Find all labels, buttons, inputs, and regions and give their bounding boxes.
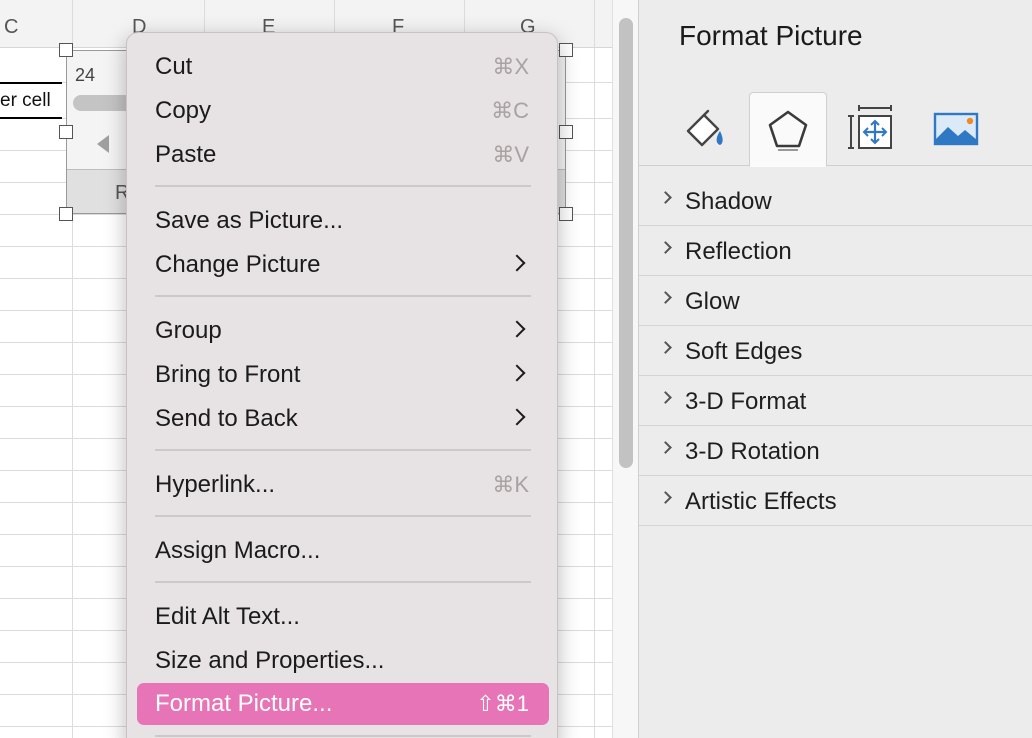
tab-size-properties[interactable] bbox=[833, 92, 911, 166]
tab-effects[interactable] bbox=[749, 92, 827, 167]
chevron-right-icon bbox=[659, 491, 672, 504]
menu-item-bring-to-front[interactable]: Bring to Front bbox=[137, 354, 549, 394]
left-arrow-icon bbox=[97, 135, 109, 153]
menu-separator bbox=[155, 735, 531, 737]
chevron-right-icon bbox=[659, 241, 672, 254]
chevron-right-icon bbox=[659, 191, 672, 204]
menu-item-shortcut: ⌘C bbox=[491, 98, 529, 123]
size-properties-icon bbox=[848, 105, 892, 149]
submenu-chevron-icon bbox=[508, 364, 526, 382]
submenu-chevron-icon bbox=[508, 408, 526, 426]
menu-item-label: Assign Macro... bbox=[155, 537, 321, 564]
chevron-right-icon bbox=[659, 341, 672, 354]
menu-item-label: Format Picture... bbox=[155, 690, 333, 717]
menu-item-edit-alt-text[interactable]: Edit Alt Text... bbox=[137, 596, 549, 636]
cell-value[interactable]: er cell bbox=[0, 90, 51, 112]
menu-item-label: Edit Alt Text... bbox=[155, 603, 300, 630]
section-label: Soft Edges bbox=[685, 338, 803, 365]
menu-item-shortcut: ⇧⌘1 bbox=[476, 691, 529, 716]
menu-item-label: Group bbox=[155, 317, 222, 344]
section-label: Shadow bbox=[685, 188, 772, 215]
section-shadow[interactable]: Shadow bbox=[639, 176, 1032, 226]
section-label: Artistic Effects bbox=[685, 488, 837, 515]
chevron-right-icon bbox=[659, 391, 672, 404]
chevron-right-icon bbox=[659, 441, 672, 454]
submenu-chevron-icon bbox=[508, 254, 526, 272]
menu-item-label: Change Picture bbox=[155, 251, 321, 278]
menu-separator bbox=[155, 515, 531, 517]
format-picture-pane: Format Picture Shadow Reflection Glow So… bbox=[638, 0, 1032, 738]
tab-picture[interactable] bbox=[917, 92, 995, 166]
resize-handle-bottom-left[interactable] bbox=[59, 207, 73, 221]
resize-handle-top-left[interactable] bbox=[59, 43, 73, 57]
menu-item-label: Hyperlink... bbox=[155, 471, 276, 498]
menu-item-change-picture[interactable]: Change Picture bbox=[137, 244, 549, 284]
vertical-scrollbar[interactable] bbox=[612, 0, 638, 738]
menu-item-label: Copy bbox=[155, 97, 212, 124]
section-label: 3-D Format bbox=[685, 388, 807, 415]
submenu-chevron-icon bbox=[508, 320, 526, 338]
menu-item-shortcut: ⌘K bbox=[492, 472, 529, 497]
scrollbar-thumb[interactable] bbox=[619, 18, 633, 468]
menu-item-shortcut: ⌘X bbox=[492, 54, 529, 79]
pane-tab-bar bbox=[639, 92, 1032, 167]
menu-item-save-as-picture[interactable]: Save as Picture... bbox=[137, 200, 549, 240]
context-menu: Cut ⌘X Copy ⌘C Paste ⌘V Save as Picture.… bbox=[126, 32, 558, 738]
picture-number-label: 24 bbox=[75, 65, 96, 85]
section-3d-rotation[interactable]: 3-D Rotation bbox=[639, 426, 1032, 476]
menu-item-label: Cut bbox=[155, 53, 193, 80]
menu-item-copy[interactable]: Copy ⌘C bbox=[137, 90, 549, 130]
menu-item-cut[interactable]: Cut ⌘X bbox=[137, 46, 549, 86]
menu-separator bbox=[155, 295, 531, 297]
menu-item-format-picture[interactable]: Format Picture... ⇧⌘1 bbox=[137, 683, 549, 725]
section-glow[interactable]: Glow bbox=[639, 276, 1032, 326]
resize-handle-bottom-right[interactable] bbox=[559, 207, 573, 221]
effects-pentagon-icon bbox=[768, 110, 808, 151]
menu-item-hyperlink[interactable]: Hyperlink... ⌘K bbox=[137, 464, 549, 504]
column-header-c[interactable]: C bbox=[4, 16, 18, 39]
menu-item-label: Paste bbox=[155, 141, 217, 168]
section-soft-edges[interactable]: Soft Edges bbox=[639, 326, 1032, 376]
menu-item-paste[interactable]: Paste ⌘V bbox=[137, 134, 549, 174]
tab-fill-line[interactable] bbox=[667, 92, 745, 166]
section-label: Reflection bbox=[685, 238, 792, 265]
menu-item-assign-macro[interactable]: Assign Macro... bbox=[137, 530, 549, 570]
menu-item-size-and-properties[interactable]: Size and Properties... bbox=[137, 640, 549, 680]
menu-item-label: Send to Back bbox=[155, 405, 298, 432]
menu-item-shortcut: ⌘V bbox=[492, 142, 529, 167]
menu-separator bbox=[155, 185, 531, 187]
menu-item-send-to-back[interactable]: Send to Back bbox=[137, 398, 549, 438]
menu-item-group[interactable]: Group bbox=[137, 310, 549, 350]
resize-handle-middle-left[interactable] bbox=[59, 125, 73, 139]
menu-item-label: Bring to Front bbox=[155, 361, 301, 388]
grid-line bbox=[594, 0, 595, 738]
menu-separator bbox=[155, 449, 531, 451]
cell-border-bottom bbox=[0, 117, 62, 119]
cell-border-top bbox=[0, 82, 62, 84]
excel-window: C D E F G er cell 24 R Format Picture Sh… bbox=[0, 0, 1032, 738]
pane-title: Format Picture bbox=[679, 20, 863, 51]
menu-item-label: Save as Picture... bbox=[155, 207, 344, 234]
menu-separator bbox=[155, 581, 531, 583]
resize-handle-top-right[interactable] bbox=[559, 43, 573, 57]
section-label: 3-D Rotation bbox=[685, 438, 820, 465]
chevron-right-icon bbox=[659, 291, 672, 304]
picture-icon bbox=[933, 112, 979, 146]
section-artistic-effects[interactable]: Artistic Effects bbox=[639, 476, 1032, 526]
resize-handle-middle-right[interactable] bbox=[559, 125, 573, 139]
fill-line-icon bbox=[686, 109, 723, 147]
section-reflection[interactable]: Reflection bbox=[639, 226, 1032, 276]
section-3d-format[interactable]: 3-D Format bbox=[639, 376, 1032, 426]
menu-item-label: Size and Properties... bbox=[155, 647, 385, 674]
section-label: Glow bbox=[685, 288, 740, 315]
